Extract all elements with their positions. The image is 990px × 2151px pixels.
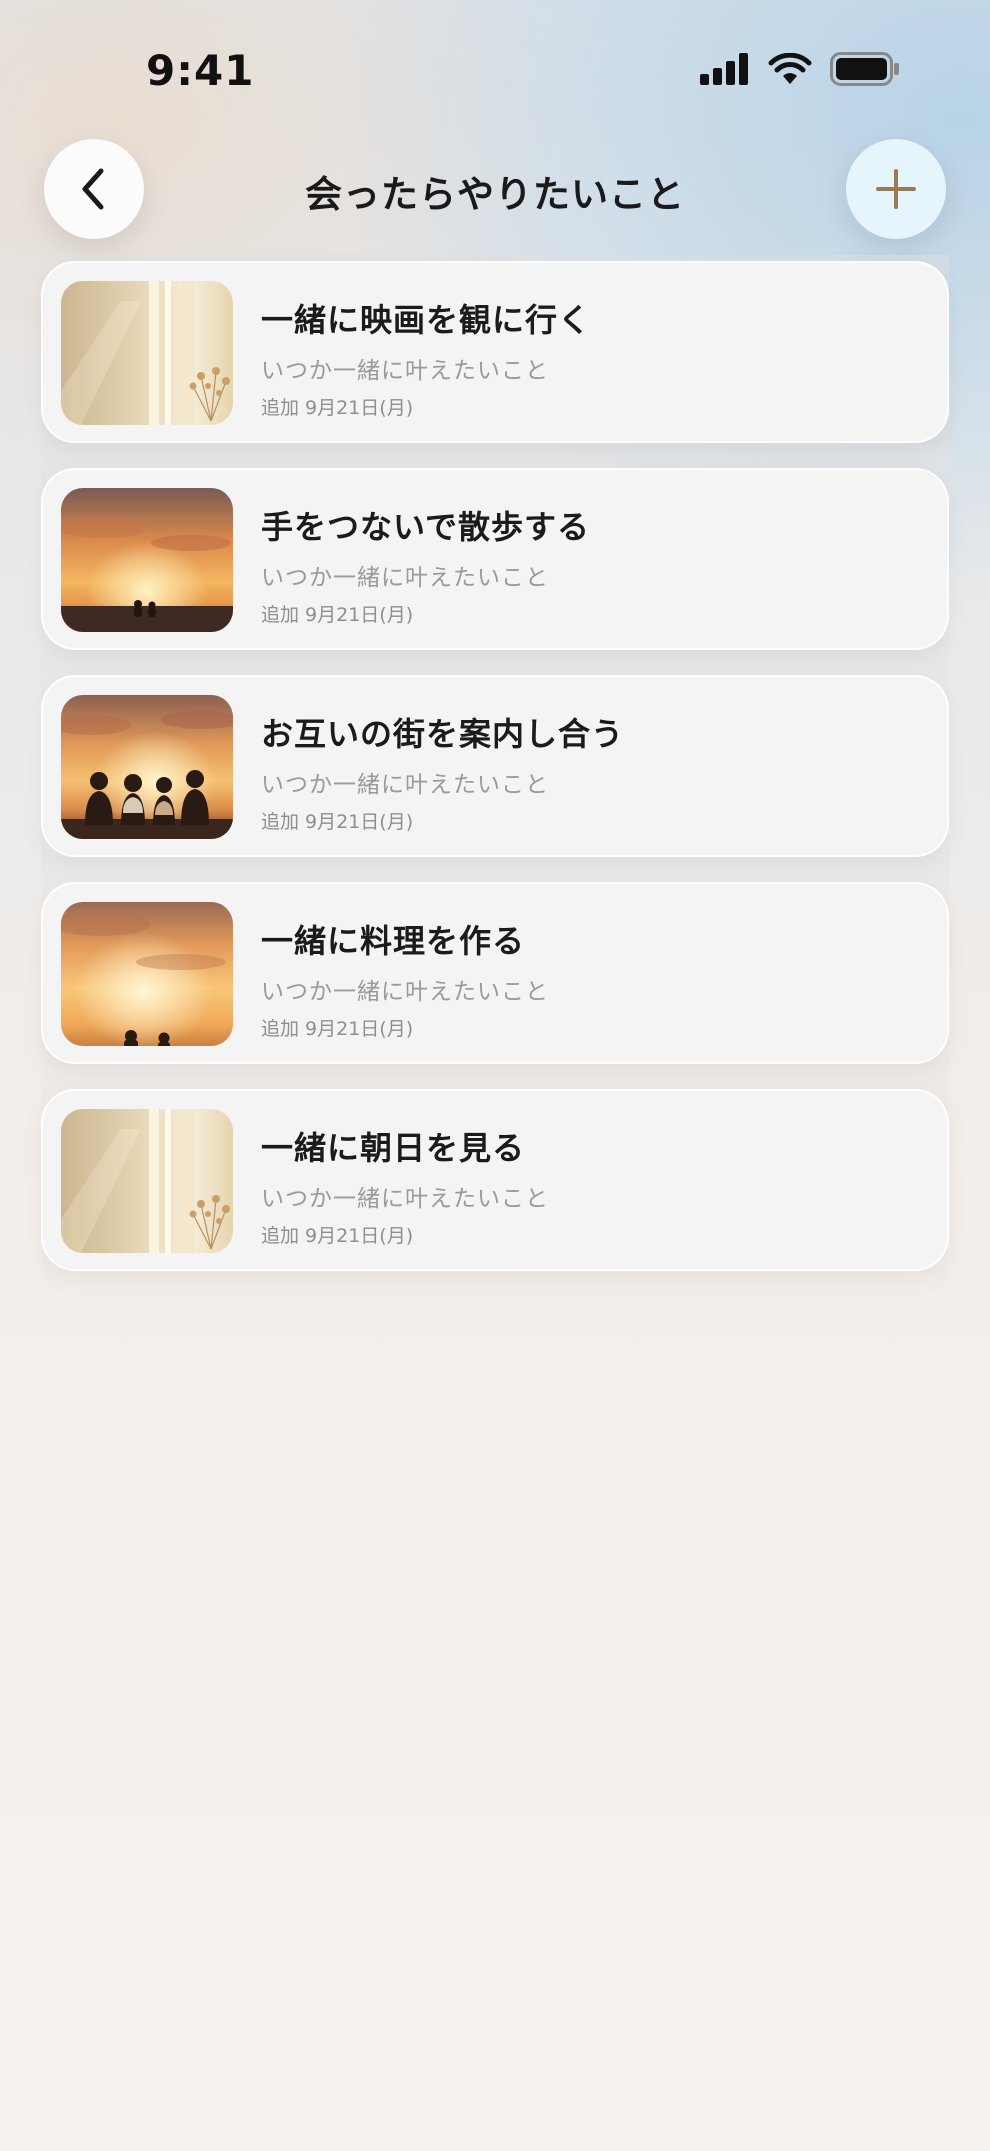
item-date: 追加 9月21日(月): [261, 1225, 414, 1247]
item-date: 追加 9月21日(月): [261, 397, 414, 419]
list-item[interactable]: 一緒に映画を観に行く いつか一緒に叶えたいこと 追加 9月21日(月): [41, 261, 949, 443]
wifi-icon: [768, 53, 812, 84]
page-title: 会ったらやりたいこと: [305, 173, 685, 216]
list-item[interactable]: 手をつないで散歩する いつか一緒に叶えたいこと 追加 9月21日(月): [41, 468, 949, 650]
item-date: 追加 9月21日(月): [261, 604, 414, 626]
item-date: 追加 9月21日(月): [261, 1018, 414, 1040]
status-icons: [700, 52, 900, 86]
signal-icon: [700, 53, 748, 85]
item-subtitle: いつか一緒に叶えたいこと: [261, 772, 549, 798]
item-thumbnail: [61, 695, 233, 839]
item-thumbnail: [61, 1109, 233, 1253]
item-thumbnail: [61, 902, 233, 1046]
status-bar: 9:41: [0, 0, 990, 140]
item-thumbnail: [61, 488, 233, 632]
item-subtitle: いつか一緒に叶えたいこと: [261, 979, 549, 1005]
window-curtain-flowers-image: [61, 1109, 233, 1253]
item-thumbnail: [61, 281, 233, 425]
item-title: 一緒に朝日を見る: [261, 1129, 526, 1167]
wish-list: 一緒に映画を観に行く いつか一緒に叶えたいこと 追加 9月21日(月) 手をつな…: [41, 261, 949, 1296]
window-curtain-flowers-image: [61, 281, 233, 425]
list-item[interactable]: お互いの街を案内し合う いつか一緒に叶えたいこと 追加 9月21日(月): [41, 675, 949, 857]
plus-icon: [876, 169, 916, 209]
item-subtitle: いつか一緒に叶えたいこと: [261, 565, 549, 591]
item-subtitle: いつか一緒に叶えたいこと: [261, 1186, 549, 1212]
item-title: 一緒に料理を作る: [261, 922, 526, 960]
item-subtitle: いつか一緒に叶えたいこと: [261, 358, 549, 384]
sunset-couple-horizon-image: [61, 902, 233, 1046]
sunset-beach-couple-image: [61, 488, 233, 632]
item-title: 一緒に映画を観に行く: [261, 301, 592, 339]
item-title: 手をつないで散歩する: [261, 508, 591, 546]
add-button[interactable]: [846, 139, 946, 239]
item-title: お互いの街を案内し合う: [261, 715, 625, 753]
item-date: 追加 9月21日(月): [261, 811, 414, 833]
list-item[interactable]: 一緒に朝日を見る いつか一緒に叶えたいこと 追加 9月21日(月): [41, 1089, 949, 1271]
status-time: 9:41: [146, 46, 255, 95]
battery-icon: [830, 52, 899, 86]
sunset-group-of-four-image: [61, 695, 233, 839]
list-item[interactable]: 一緒に料理を作る いつか一緒に叶えたいこと 追加 9月21日(月): [41, 882, 949, 1064]
